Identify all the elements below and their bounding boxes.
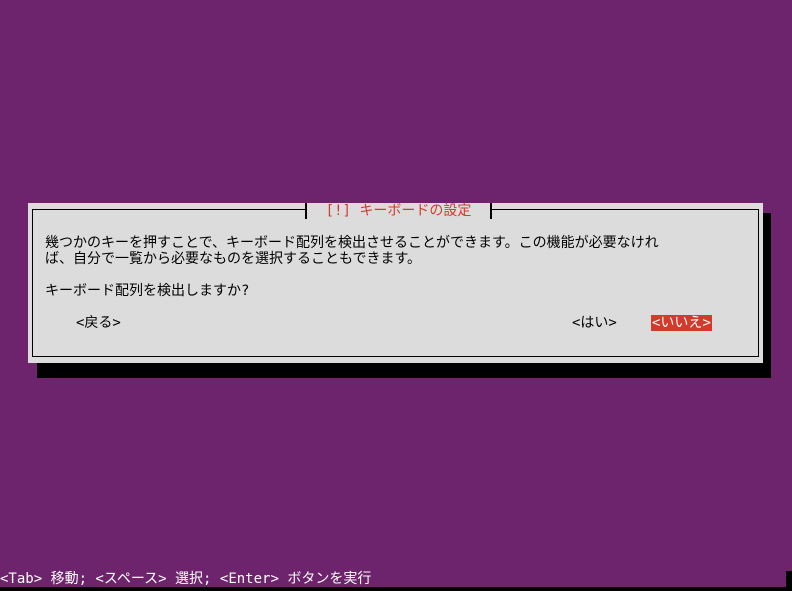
dialog-question: キーボード配列を検出しますか? bbox=[45, 283, 250, 299]
dialog-title: [!] キーボードの設定 bbox=[305, 203, 492, 219]
yes-button[interactable]: <はい> bbox=[572, 315, 617, 331]
back-button[interactable]: <戻る> bbox=[76, 315, 121, 331]
terminal-cursor bbox=[786, 571, 792, 587]
status-bar-strip bbox=[0, 587, 792, 591]
dialog-description-line-1: 幾つかのキーを押すことで、キーボード配列を検出させることができます。この機能が必… bbox=[45, 235, 659, 251]
no-button[interactable]: <いいえ> bbox=[651, 315, 712, 331]
status-bar-help: <Tab> 移動; <スペース> 選択; <Enter> ボタンを実行 bbox=[0, 571, 372, 587]
dialog-description-line-2: ば、自分で一覧から必要なものを選択することもできます。 bbox=[45, 251, 422, 267]
keyboard-config-dialog: [!] キーボードの設定 幾つかのキーを押すことで、キーボード配列を検出させるこ… bbox=[28, 203, 763, 363]
